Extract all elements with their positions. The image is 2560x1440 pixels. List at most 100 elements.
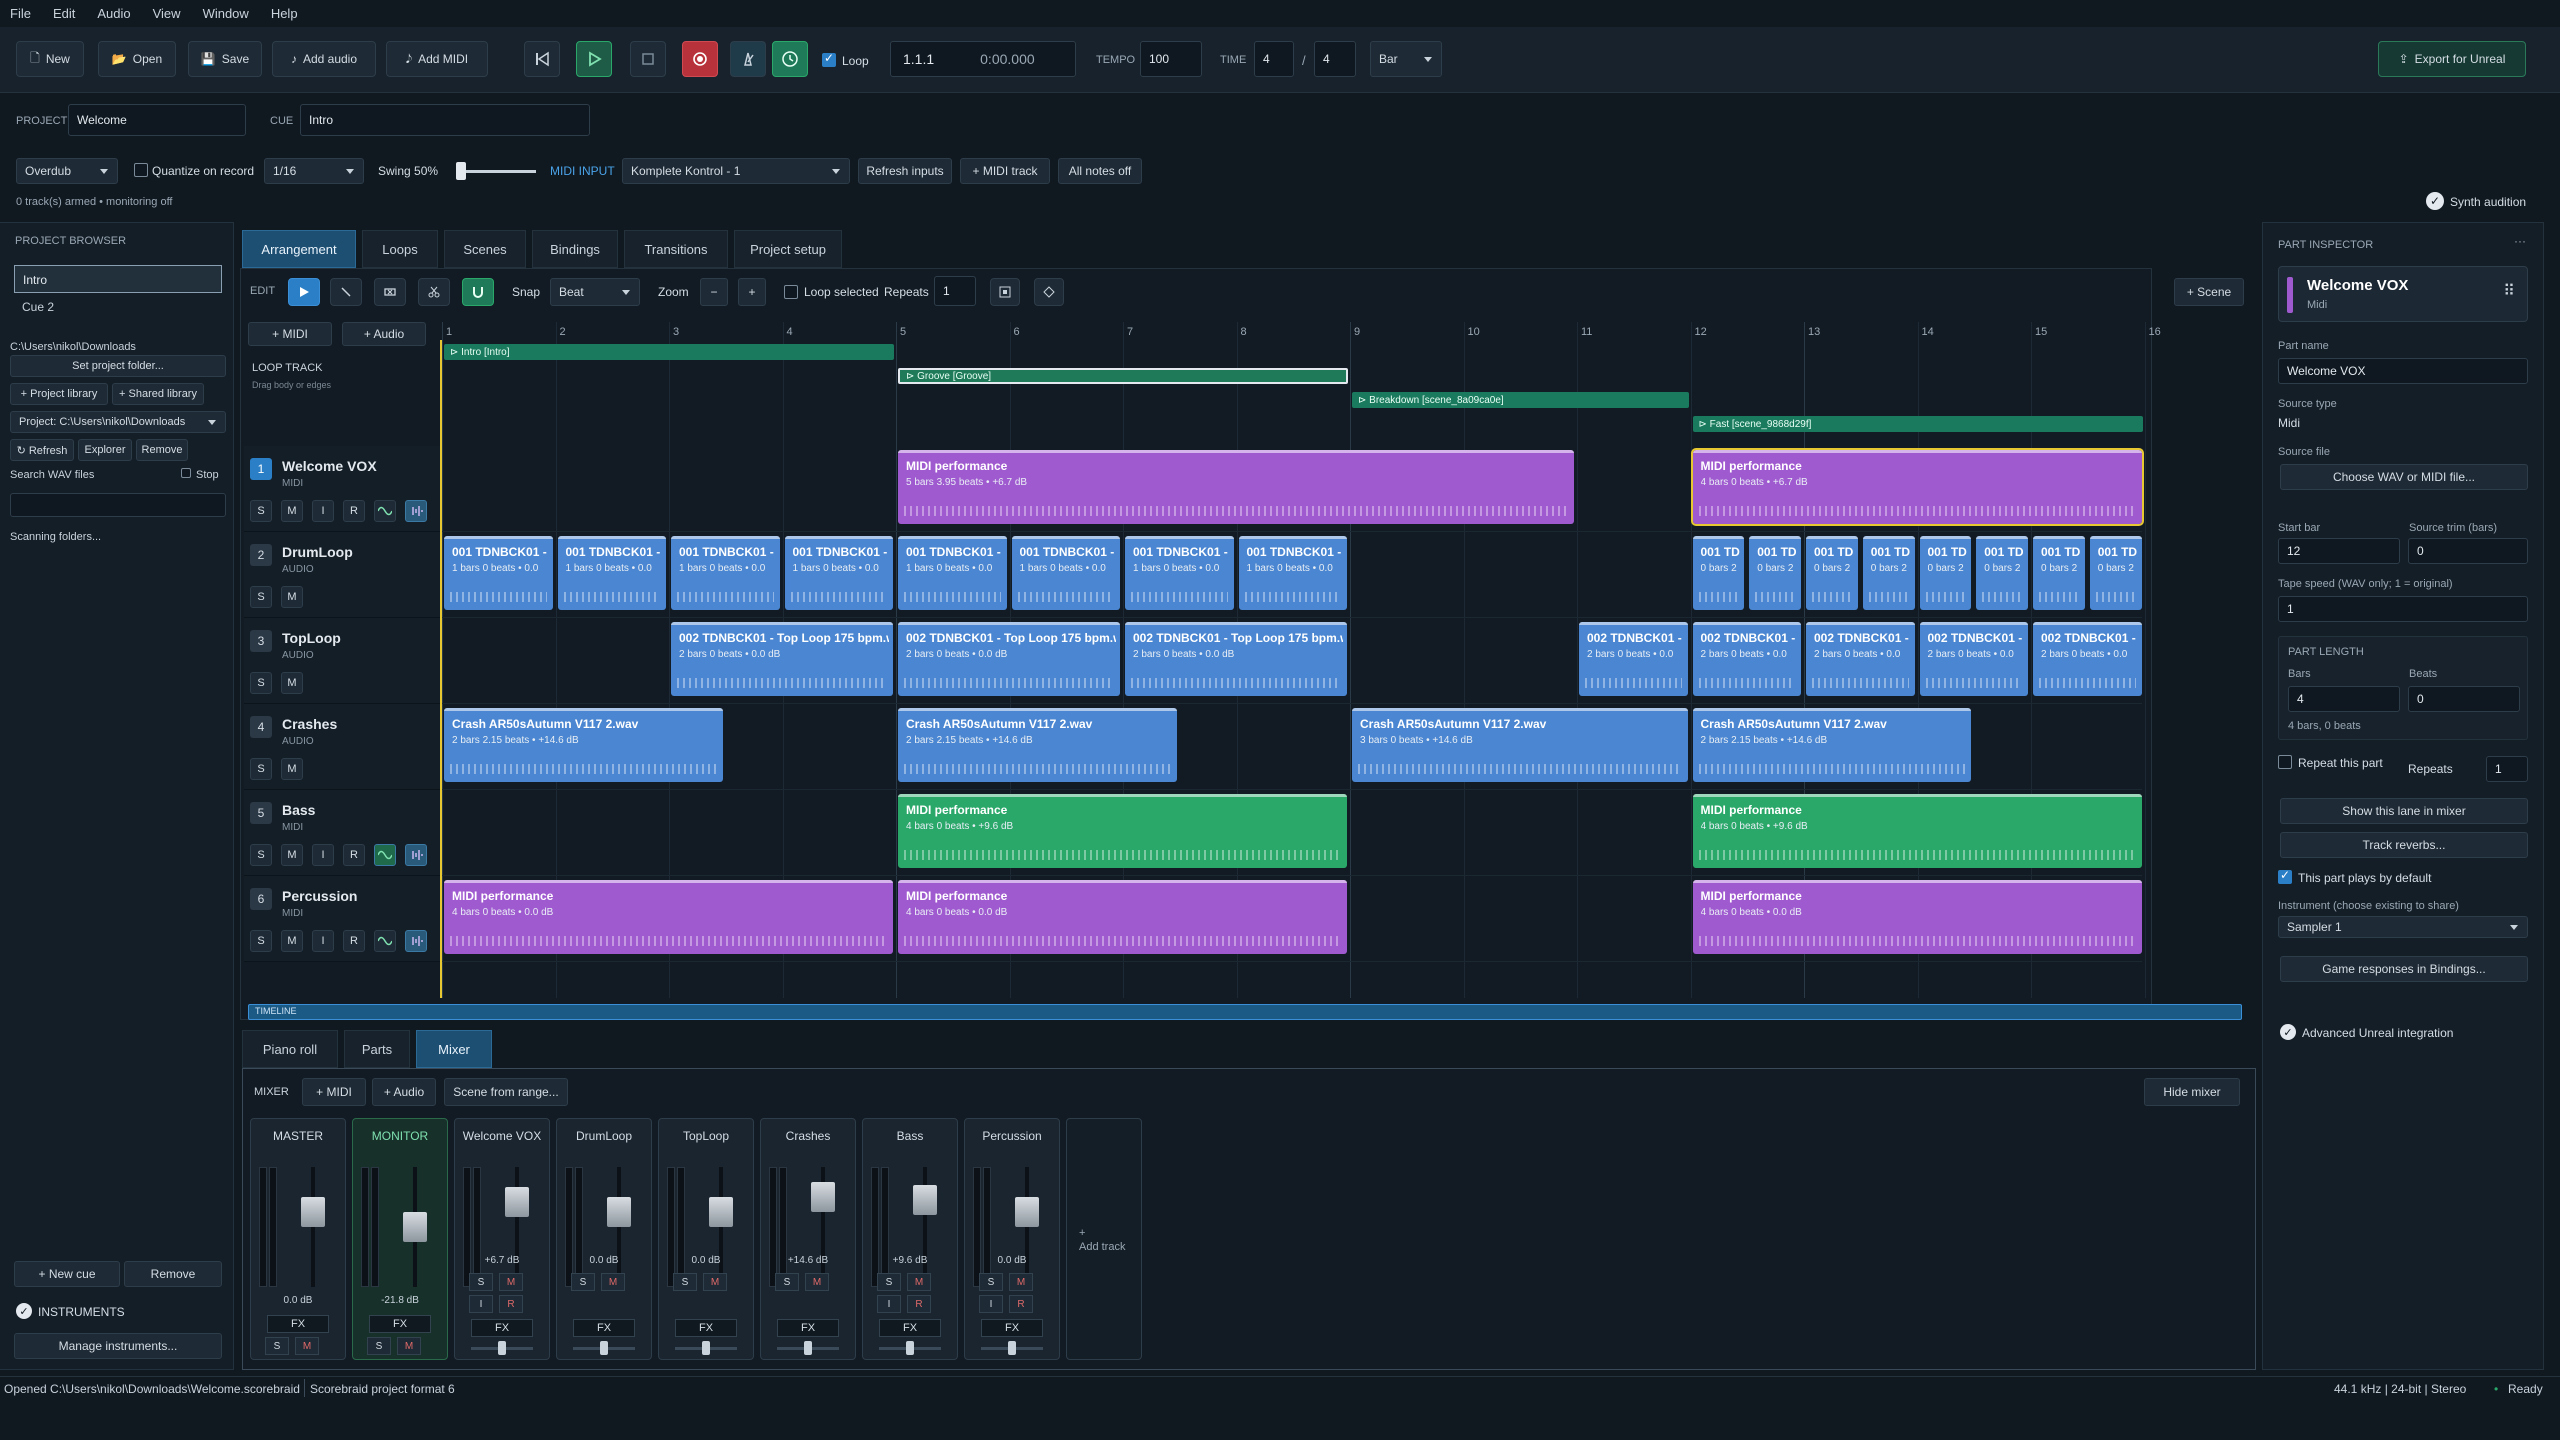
save-button[interactable]: 💾 Save xyxy=(188,41,262,77)
clip[interactable]: 002 TDNBCK01 - 2 bars 0 beats • 0.0 xyxy=(1919,622,2028,696)
strip-record[interactable]: R xyxy=(907,1295,931,1313)
clip[interactable]: 001 TD 0 bars 2 xyxy=(1806,536,1858,610)
menu-view[interactable]: View xyxy=(153,6,181,21)
clip[interactable]: MIDI performance 4 bars 0 beats • 0.0 dB xyxy=(444,880,893,954)
volume-fader[interactable] xyxy=(301,1197,325,1227)
count-in-button[interactable] xyxy=(772,41,808,77)
strip-solo[interactable]: S xyxy=(367,1337,391,1355)
set-project-folder-button[interactable]: Set project folder... xyxy=(10,355,226,377)
source-trim-input[interactable]: 0 xyxy=(2408,538,2528,564)
clip[interactable]: 001 TD 0 bars 2 xyxy=(1862,536,1915,610)
track-btn-i[interactable]: I xyxy=(312,844,334,866)
clip[interactable]: 001 TDNBCK01 - 1 bars 0 beats • 0.0 xyxy=(898,536,1007,610)
track-btn-s[interactable]: S xyxy=(250,500,272,522)
part-name-input[interactable]: Welcome VOX xyxy=(2278,358,2528,384)
volume-fader[interactable] xyxy=(709,1197,733,1227)
swing-slider-handle[interactable] xyxy=(456,162,466,180)
strip-fx-button[interactable]: FX xyxy=(981,1319,1043,1337)
track-header[interactable]: 2 DrumLoop AUDIO S M xyxy=(244,532,440,618)
loop-region[interactable]: ⊳ Groove [Groove] xyxy=(898,368,1348,384)
part-card[interactable]: Welcome VOX Midi ⠿ xyxy=(2278,266,2528,322)
stop-button[interactable] xyxy=(630,41,666,77)
clip[interactable]: 001 TDNBCK01 - 1 bars 0 beats • 0.0 xyxy=(671,536,780,610)
strip-mute[interactable]: M xyxy=(1009,1273,1033,1291)
manage-instruments-button[interactable]: Manage instruments... xyxy=(14,1333,222,1359)
clip[interactable]: 001 TDNBCK01 - 1 bars 0 beats • 0.0 xyxy=(1011,536,1120,610)
strip-fx-button[interactable]: FX xyxy=(879,1319,941,1337)
quantize-checkbox[interactable] xyxy=(134,163,148,177)
track-btn-s[interactable]: S xyxy=(250,672,272,694)
clip[interactable]: 002 TDNBCK01 - Top Loop 175 bpm.w 2 bars… xyxy=(898,622,1120,696)
project-name-input[interactable]: Welcome xyxy=(68,104,246,136)
fit-view-button[interactable] xyxy=(990,278,1020,306)
clip[interactable]: 001 TD 0 bars 2 xyxy=(2089,536,2142,610)
menu-help[interactable]: Help xyxy=(271,6,298,21)
select-tool[interactable] xyxy=(288,278,320,306)
clip[interactable]: MIDI performance 4 bars 0 beats • +9.6 d… xyxy=(898,794,1347,868)
loop-region[interactable]: ⊳ Fast [scene_9868d29f] xyxy=(1692,416,2143,432)
new-cue-button[interactable]: + New cue xyxy=(14,1261,120,1287)
more-options-icon[interactable]: ··· xyxy=(2514,234,2526,248)
refresh-inputs-button[interactable]: Refresh inputs xyxy=(858,158,952,184)
strip-record[interactable]: R xyxy=(1009,1295,1033,1313)
zoom-out-button[interactable]: − xyxy=(700,278,728,306)
strip-fx-button[interactable]: FX xyxy=(471,1319,533,1337)
strip-fx-button[interactable]: FX xyxy=(369,1315,431,1333)
track-btn-r[interactable]: R xyxy=(343,930,365,952)
synth-audition-icon[interactable]: ✓ xyxy=(2426,192,2444,210)
waveform-icon[interactable] xyxy=(405,930,427,952)
open-button[interactable]: 📂 Open xyxy=(98,41,176,77)
strip-mute[interactable]: M xyxy=(805,1273,829,1291)
beats-input[interactable]: 0 xyxy=(2408,686,2520,712)
strip-solo[interactable]: S xyxy=(265,1337,289,1355)
synth-wave-icon[interactable] xyxy=(374,844,396,866)
marker-button[interactable] xyxy=(1034,278,1064,306)
menu-edit[interactable]: Edit xyxy=(53,6,75,21)
arrangement-add-audio-button[interactable]: + Audio xyxy=(342,322,426,346)
time-sig-numerator[interactable]: 4 xyxy=(1254,41,1294,77)
tab-bindings[interactable]: Bindings xyxy=(532,230,618,268)
clip[interactable]: MIDI performance 5 bars 3.95 beats • +6.… xyxy=(898,450,1574,524)
grid-select[interactable]: Bar xyxy=(1370,41,1442,77)
repeat-part-checkbox[interactable] xyxy=(2278,755,2292,769)
loop-region[interactable]: ⊳ Breakdown [scene_8a09ca0e] xyxy=(1352,392,1689,408)
tab-transitions[interactable]: Transitions xyxy=(624,230,728,268)
remove-library-button[interactable]: Remove xyxy=(136,439,188,461)
cue-item-cue2[interactable]: Cue 2 xyxy=(14,295,222,319)
menu-window[interactable]: Window xyxy=(203,6,249,21)
shared-library-button[interactable]: + Shared library xyxy=(112,383,204,405)
strip-fx-button[interactable]: FX xyxy=(675,1319,737,1337)
project-library-button[interactable]: + Project library xyxy=(10,383,108,405)
pan-slider[interactable] xyxy=(777,1341,839,1355)
clip[interactable]: 002 TDNBCK01 - 2 bars 0 beats • 0.0 xyxy=(1579,622,1688,696)
hide-mixer-button[interactable]: Hide mixer xyxy=(2144,1078,2240,1106)
tab-mixer[interactable]: Mixer xyxy=(416,1030,492,1068)
track-btn-m[interactable]: M xyxy=(281,758,303,780)
loop-region[interactable]: ⊳ Intro [Intro] xyxy=(444,344,894,360)
menu-audio[interactable]: Audio xyxy=(97,6,130,21)
timeline-scrollbar[interactable]: TIMELINE xyxy=(248,1004,2242,1020)
scene-from-range-button[interactable]: Scene from range... xyxy=(444,1078,568,1106)
clip[interactable]: Crash AR50sAutumn V117 2.wav 2 bars 2.15… xyxy=(898,708,1177,782)
snap-select[interactable]: Beat xyxy=(550,278,640,306)
strip-fx-button[interactable]: FX xyxy=(573,1319,635,1337)
show-lane-in-mixer-button[interactable]: Show this lane in mixer xyxy=(2280,798,2528,824)
strip-input[interactable]: I xyxy=(979,1295,1003,1313)
track-btn-m[interactable]: M xyxy=(281,930,303,952)
erase-tool[interactable] xyxy=(374,278,406,306)
strip-mute[interactable]: M xyxy=(295,1337,319,1355)
pan-slider[interactable] xyxy=(471,1341,533,1355)
mixer-add-audio-button[interactable]: + Audio xyxy=(372,1078,436,1106)
track-header[interactable]: 1 Welcome VOX MIDI S M I R xyxy=(244,446,440,532)
choose-file-button[interactable]: Choose WAV or MIDI file... xyxy=(2280,464,2528,490)
track-btn-m[interactable]: M xyxy=(281,672,303,694)
clip[interactable]: 001 TDNBCK01 - 1 bars 0 beats • 0.0 xyxy=(557,536,666,610)
drag-handle-icon[interactable]: ⠿ xyxy=(2503,281,2515,301)
add-midi-button[interactable]: 𝅘𝅥𝅮 Add MIDI xyxy=(386,41,488,77)
track-header[interactable]: 5 Bass MIDI S M I R xyxy=(244,790,440,876)
inspector-repeats-input[interactable]: 1 xyxy=(2486,756,2528,782)
track-btn-m[interactable]: M xyxy=(281,844,303,866)
explorer-button[interactable]: Explorer xyxy=(78,439,132,461)
arrangement-add-midi-button[interactable]: + MIDI xyxy=(248,322,332,346)
clip[interactable]: 002 TDNBCK01 - 2 bars 0 beats • 0.0 xyxy=(1692,622,1801,696)
